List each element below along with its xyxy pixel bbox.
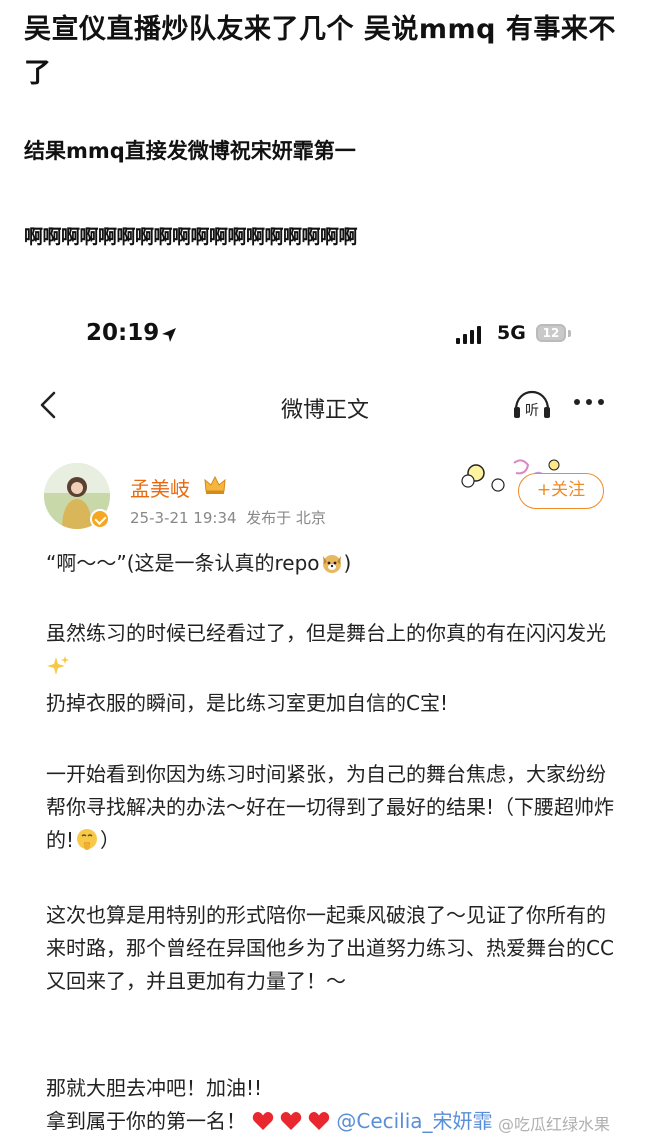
post-text-5b: 拿到属于你的第一名！ — [46, 1109, 246, 1133]
post-paragraph-2: 虽然练习的时候已经看过了，但是舞台上的你真的有在闪闪发光 扔掉衣服的瞬间，是比练… — [46, 617, 616, 720]
heart-icon — [280, 1108, 302, 1141]
battery-tip — [568, 330, 571, 337]
post-text-5a: 那就大胆去冲吧！加油!! — [46, 1076, 263, 1100]
post-text-1: “啊～～”(这是一条认真的repo — [46, 551, 320, 575]
heart-icon — [252, 1108, 274, 1141]
post-text-2a: 虽然练习的时候已经看过了，但是舞台上的你真的有在闪闪发光 — [46, 621, 606, 645]
dog-emoji-icon — [320, 551, 344, 584]
listen-label: 听 — [525, 403, 539, 419]
crown-icon — [203, 475, 227, 499]
post-header: 孟美岐 25-3-21 19:34 发布于 北京 +关注 — [0, 455, 650, 535]
heart-icon — [308, 1108, 330, 1141]
location-arrow-icon — [160, 326, 178, 348]
network-type: 5G — [497, 322, 526, 344]
shush-emoji-icon — [74, 827, 100, 861]
post-paragraph-4: 这次也算是用特别的形式陪你一起乘风破浪了～见证了你所有的来时路，那个曾经在异国他… — [46, 903, 614, 993]
post-text-1-end: ) — [343, 551, 352, 575]
verified-icon — [90, 509, 110, 529]
listen-icon[interactable]: 听 — [512, 388, 554, 426]
post-text-3: 一开始看到你因为练习时间紧张，为自己的舞台焦虑，大家纷纷帮你寻找解决的办法～好在… — [46, 762, 615, 852]
mention-link[interactable]: @Cecilia_宋妍霏 — [336, 1109, 492, 1133]
post-location: 发布于 北京 — [246, 509, 326, 527]
caption-title: 吴宣仪直播炒队友来了几个 吴说mmq 有事来不了 — [24, 14, 616, 89]
caption-line-3: 啊啊啊啊啊啊啊啊啊啊啊啊啊啊啊啊啊啊 — [24, 226, 358, 248]
watermark: @吃瓜红绿水果 — [498, 1115, 611, 1134]
sparkles-emoji-icon — [46, 654, 70, 687]
more-icon[interactable] — [572, 390, 606, 418]
post-meta: 25-3-21 19:34 发布于 北京 — [130, 507, 326, 528]
status-bar: 20:19 5G 12 — [0, 318, 650, 354]
post-paragraph-3: 一开始看到你因为练习时间紧张，为自己的舞台焦虑，大家纷纷帮你寻找解决的办法～好在… — [46, 758, 616, 861]
post-text-2b: 扔掉衣服的瞬间，是比练习室更加自信的C宝! — [46, 691, 448, 715]
post-text-3-end: ） — [100, 828, 121, 852]
follow-button[interactable]: +关注 — [518, 473, 604, 509]
post-date: 25-3-21 19:34 — [130, 509, 237, 527]
battery-icon: 12 — [536, 324, 566, 342]
nav-bar: 微博正文 听 — [0, 380, 650, 436]
post-paragraph-1: “啊～～”(这是一条认真的repo) — [46, 547, 616, 584]
caption-line-2: 结果mmq直接发微博祝宋妍霏第一 — [24, 139, 356, 163]
signal-icon — [456, 326, 481, 344]
status-time: 20:19 — [86, 320, 160, 346]
username[interactable]: 孟美岐 — [130, 473, 190, 502]
